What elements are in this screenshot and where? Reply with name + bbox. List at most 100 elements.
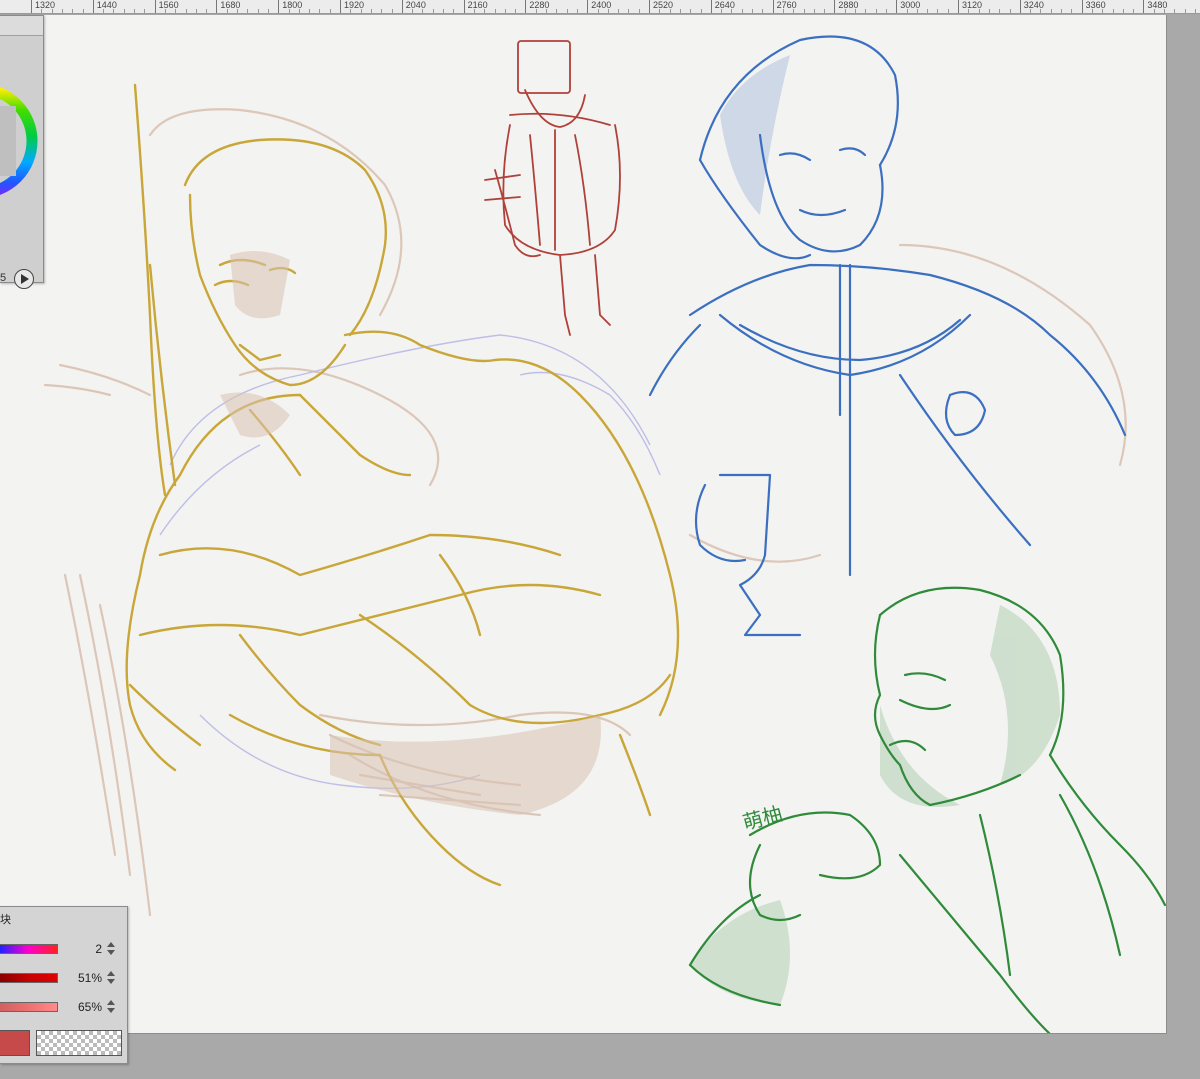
ruler-minor-tick	[381, 9, 383, 13]
ruler-tick: 1800	[278, 0, 302, 13]
ruler-tick: 3360	[1081, 0, 1106, 13]
ruler-minor-tick	[185, 9, 187, 13]
ruler-minor-tick	[432, 9, 434, 13]
ruler-minor-tick	[1122, 9, 1124, 13]
ruler-minor-tick	[638, 9, 640, 13]
ruler-minor-tick	[855, 9, 856, 13]
ruler-tick: 1320	[31, 0, 55, 13]
color-wheel-panel-header[interactable]	[0, 16, 43, 36]
ruler-tick: 2640	[710, 0, 735, 13]
ruler-minor-tick	[298, 9, 300, 13]
ruler-minor-tick	[309, 9, 311, 13]
color-wheel-value: 5	[0, 272, 7, 284]
ruler-minor-tick	[978, 9, 980, 13]
ruler-minor-tick	[82, 9, 84, 13]
ruler-minor-tick	[782, 9, 784, 13]
blue-shading	[720, 55, 790, 215]
ruler-minor-tick	[700, 9, 702, 13]
ruler-tick: 3000	[896, 0, 920, 13]
ruler-minor-tick	[597, 9, 599, 13]
ruler-minor-tick	[41, 9, 43, 13]
brightness-slider-row[interactable]: 65%	[0, 998, 128, 1016]
ruler-minor-tick	[844, 9, 846, 13]
ruler-minor-tick	[391, 9, 393, 13]
ruler-minor-tick	[803, 9, 805, 13]
ruler-minor-tick	[628, 9, 630, 13]
ruler-minor-tick	[690, 9, 692, 13]
ruler-minor-tick	[504, 9, 506, 13]
ruler-minor-tick	[226, 9, 228, 13]
ruler-minor-tick	[988, 9, 990, 13]
saturation-slider-row[interactable]: 51%	[0, 969, 128, 987]
ruler-minor-tick	[1071, 9, 1073, 13]
color-wheel[interactable]	[0, 36, 44, 254]
ruler-minor-tick	[607, 9, 609, 13]
ruler-minor-tick	[319, 9, 321, 13]
ruler-minor-tick	[1102, 9, 1104, 13]
beige-underdrawing	[43, 108, 1127, 917]
saturation-slider-bar[interactable]	[0, 973, 58, 983]
ruler-tick: 1920	[340, 0, 364, 13]
ruler-tick: 1440	[92, 0, 117, 13]
ruler-minor-tick	[237, 9, 238, 13]
sketch-artwork: 萌柚	[43, 35, 1166, 1033]
ruler-minor-tick	[422, 9, 424, 13]
ruler-minor-tick	[72, 9, 74, 13]
play-circle-icon[interactable]	[14, 269, 34, 289]
horizontal-ruler: 1320 1440 1560 1680 1800 1920 2040 2160 2280 2400…	[0, 0, 1200, 14]
hue-stepper[interactable]	[106, 941, 116, 957]
ruler-minor-tick	[484, 9, 486, 13]
ruler-minor-tick	[659, 9, 661, 13]
brightness-slider-bar[interactable]	[0, 1002, 58, 1012]
ruler-minor-tick	[370, 9, 372, 13]
ruler-minor-tick	[731, 9, 733, 13]
ruler-tick: 3240	[1019, 0, 1044, 13]
transparent-color-swatch[interactable]	[36, 1030, 122, 1056]
ruler-tick: 1680	[216, 0, 240, 13]
ruler-minor-tick	[1174, 9, 1176, 13]
ruler-minor-tick	[947, 9, 949, 13]
ruler-tick: 2040	[401, 0, 426, 13]
ruler-minor-tick	[762, 9, 764, 13]
beige-shading	[220, 251, 601, 815]
ruler-minor-tick	[885, 9, 887, 13]
ruler-minor-tick	[123, 9, 125, 13]
ruler-minor-tick	[164, 9, 166, 13]
ruler-minor-tick	[473, 9, 475, 13]
ruler-minor-tick	[515, 9, 517, 13]
ruler-minor-tick	[1153, 9, 1155, 13]
panel-title: 块	[0, 914, 11, 926]
ruler-tick: 2280	[525, 0, 549, 13]
ruler-minor-tick	[1050, 9, 1052, 13]
ruler-minor-tick	[329, 9, 331, 13]
saturation-stepper[interactable]	[106, 970, 116, 986]
hue-slider-value: 2	[95, 942, 102, 956]
hue-slider-bar[interactable]	[0, 944, 58, 954]
ruler-minor-tick	[206, 9, 208, 13]
ruler-minor-tick	[61, 9, 63, 13]
ruler-minor-tick	[257, 9, 259, 13]
ruler-tick: 2880	[834, 0, 858, 13]
hue-slider-row[interactable]: 2	[0, 940, 128, 958]
ruler-minor-tick	[247, 9, 249, 13]
ruler-minor-tick	[113, 9, 115, 13]
ruler-minor-tick	[937, 9, 939, 13]
ruler-minor-tick	[752, 9, 753, 13]
ruler-minor-tick	[556, 9, 558, 13]
ruler-tick: 3480	[1143, 0, 1167, 13]
main-color-swatch[interactable]	[0, 1030, 30, 1056]
ruler-minor-tick	[865, 9, 867, 13]
ruler-minor-tick	[144, 9, 146, 13]
ruler-minor-tick	[669, 9, 671, 13]
ruler-minor-tick	[412, 9, 414, 13]
color-wheel-panel: 5	[0, 15, 44, 289]
ruler-minor-tick	[906, 9, 908, 13]
ruler-minor-tick	[813, 9, 815, 13]
ruler-minor-tick	[927, 9, 929, 13]
drawing-canvas[interactable]: 萌柚	[0, 15, 1167, 1034]
brightness-stepper[interactable]	[106, 999, 116, 1015]
ruler-minor-tick	[535, 9, 537, 13]
ruler-minor-tick	[360, 9, 362, 13]
ruler-minor-tick	[350, 9, 352, 13]
ruler-minor-tick	[1009, 9, 1011, 13]
